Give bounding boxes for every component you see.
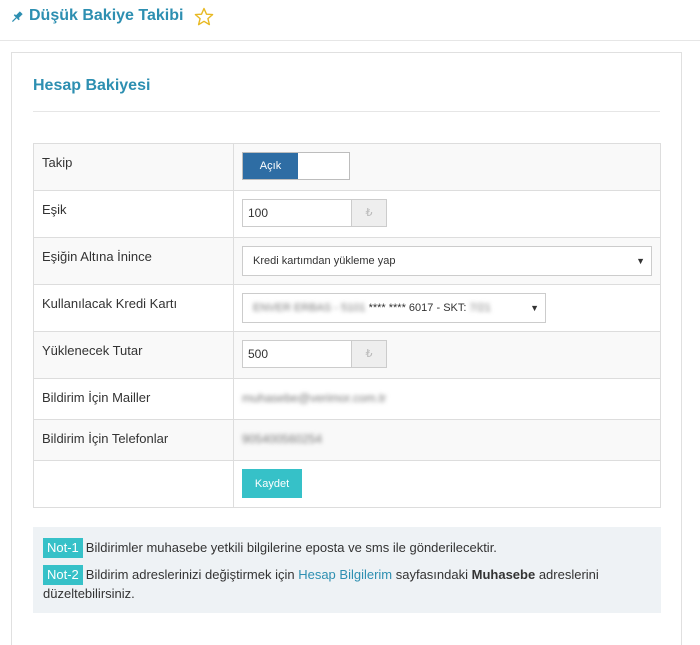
kredi-karti-label: Kullanılacak Kredi Kartı bbox=[33, 284, 234, 332]
divider bbox=[33, 111, 660, 112]
caret-down-icon: ▼ bbox=[636, 256, 645, 266]
note-2-text-middle: sayfasındaki bbox=[392, 567, 472, 582]
note-2-bold: Muhasebe bbox=[471, 567, 536, 582]
phone-value: 905400560254 bbox=[242, 432, 323, 446]
action-select[interactable]: Kredi kartımdan yükleme yap ▼ bbox=[242, 246, 652, 276]
lira-icon: ₺ bbox=[352, 199, 387, 227]
mailler-label: Bildirim İçin Mailler bbox=[33, 378, 234, 420]
card-skt-value: 7/21 bbox=[469, 302, 491, 314]
row-yuklenecek: Yüklenecek Tutar ₺ bbox=[33, 331, 661, 379]
balance-card: Hesap Bakiyesi Takip Açık Eşik ₺ Eşiğin … bbox=[11, 52, 682, 645]
row-kredi-karti: Kullanılacak Kredi Kartı ENVER ERBAS - 5… bbox=[33, 284, 661, 332]
card-title: Hesap Bakiyesi bbox=[33, 77, 151, 94]
notes-box: Not-1 Bildirimler muhasebe yetkili bilgil… bbox=[33, 527, 661, 613]
takip-label: Takip bbox=[33, 143, 234, 191]
save-button[interactable]: Kaydet bbox=[242, 469, 302, 498]
credit-card-select[interactable]: ENVER ERBAS - 5101 **** **** 6017 - SKT:… bbox=[242, 293, 546, 323]
page-header: Düşük Bakiye Takibi bbox=[0, 0, 700, 41]
account-info-link[interactable]: Hesap Bilgilerim bbox=[298, 567, 392, 582]
note-2-badge: Not-2 bbox=[43, 565, 83, 585]
note-1: Not-1 Bildirimler muhasebe yetkili bilgil… bbox=[43, 538, 653, 558]
row-esik-altina: Eşiğin Altına İnince Kredi kartımdan yük… bbox=[33, 237, 661, 285]
row-esik: Eşik ₺ bbox=[33, 190, 661, 238]
note-1-text: Bildirimler muhasebe yetkili bilgilerine… bbox=[85, 540, 497, 555]
threshold-input-group: ₺ bbox=[242, 199, 387, 227]
email-value: muhasebe@verimor.com.tr bbox=[242, 391, 387, 405]
telefonlar-label: Bildirim İçin Telefonlar bbox=[33, 419, 234, 461]
amount-input-group: ₺ bbox=[242, 340, 387, 368]
toggle-on-label: Açık bbox=[243, 153, 298, 179]
card-masked-number: **** **** 6017 bbox=[368, 302, 434, 314]
settings-table: Takip Açık Eşik ₺ Eşiğin Altına İnince K… bbox=[33, 143, 661, 508]
note-2: Not-2 Bildirim adreslerinizi değiştirmek … bbox=[43, 565, 653, 603]
esik-label: Eşik bbox=[33, 190, 234, 238]
action-select-value: Kredi kartımdan yükleme yap bbox=[253, 255, 396, 267]
card-holder-value: ENVER ERBAS - 5101 bbox=[253, 302, 366, 314]
star-outline-icon[interactable] bbox=[194, 7, 214, 27]
row-telefonlar: Bildirim İçin Telefonlar 905400560254 bbox=[33, 419, 661, 461]
esik-altina-label: Eşiğin Altına İnince bbox=[33, 237, 234, 285]
note-2-text-before: Bildirim adreslerinizi değiştirmek için bbox=[85, 567, 299, 582]
pin-icon[interactable] bbox=[10, 10, 24, 24]
note-1-badge: Not-1 bbox=[43, 538, 83, 558]
row-save: Kaydet bbox=[33, 460, 661, 508]
lira-icon: ₺ bbox=[352, 340, 387, 368]
row-takip: Takip Açık bbox=[33, 143, 661, 191]
row-mailler: Bildirim İçin Mailler muhasebe@verimor.c… bbox=[33, 378, 661, 420]
tracking-toggle[interactable]: Açık bbox=[242, 152, 350, 180]
caret-down-icon: ▼ bbox=[530, 303, 539, 313]
threshold-input[interactable] bbox=[242, 199, 352, 227]
yuklenecek-label: Yüklenecek Tutar bbox=[33, 331, 234, 379]
card-skt-label: - SKT: bbox=[436, 302, 467, 314]
page-title: Düşük Bakiye Takibi bbox=[29, 7, 184, 24]
amount-input[interactable] bbox=[242, 340, 352, 368]
